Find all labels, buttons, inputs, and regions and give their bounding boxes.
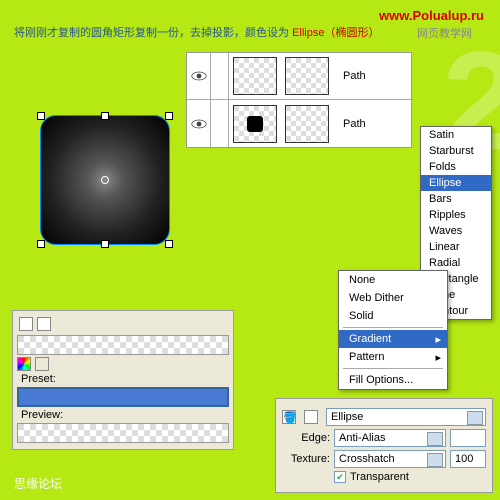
menu-item-webdither[interactable]: Web Dither: [339, 289, 447, 307]
resize-handle[interactable]: [101, 240, 109, 248]
layer-thumb: [233, 57, 277, 95]
styles-panel: Preset: Preview:: [12, 310, 234, 450]
instruction-text: 将刚刚才复制的圆角矩形复制一份，去掉投影，颜色设为 Ellipse（椭圆形）: [14, 24, 379, 40]
center-point[interactable]: [101, 176, 109, 184]
visibility-icon[interactable]: [187, 100, 211, 147]
panel-icon[interactable]: [37, 317, 51, 331]
menu-item-none[interactable]: None: [339, 271, 447, 289]
menu-item-satin[interactable]: Satin: [421, 127, 491, 143]
color-wheel-icon[interactable]: [17, 357, 31, 371]
edge-dropdown[interactable]: Anti-Alias: [334, 429, 446, 447]
panel-icon[interactable]: [19, 317, 33, 331]
menu-item-ripples[interactable]: Ripples: [421, 207, 491, 223]
watermark-url: www.Polualup.ru: [379, 8, 484, 23]
preview-swatch: [17, 423, 229, 443]
menu-item-ellipse[interactable]: Ellipse: [421, 175, 491, 191]
resize-handle[interactable]: [165, 240, 173, 248]
fill-type-dropdown[interactable]: Ellipse: [326, 408, 486, 426]
layer-name: Path: [333, 70, 366, 82]
menu-item-bars[interactable]: Bars: [421, 191, 491, 207]
transparent-checkbox[interactable]: ✔: [334, 471, 346, 483]
resize-handle[interactable]: [37, 112, 45, 120]
forum-credit: 思缘论坛: [14, 475, 62, 492]
resize-handle[interactable]: [37, 240, 45, 248]
menu-item-linear[interactable]: Linear: [421, 239, 491, 255]
menu-item-gradient[interactable]: Gradient: [339, 330, 447, 348]
fill-bucket-icon[interactable]: 🪣: [282, 410, 296, 424]
canvas-shape[interactable]: [40, 115, 170, 245]
visibility-icon[interactable]: [187, 53, 211, 99]
properties-panel: 🪣 Ellipse Edge: Anti-Alias Texture: Cros…: [275, 398, 493, 493]
layer-mask: [285, 105, 329, 143]
watermark-site: 网页教学网: [417, 25, 472, 41]
resize-handle[interactable]: [101, 112, 109, 120]
transparent-label: Transparent: [350, 471, 409, 483]
texture-label: Texture:: [282, 453, 330, 465]
preset-swatch[interactable]: [17, 387, 229, 407]
menu-item-solid[interactable]: Solid: [339, 307, 447, 325]
edge-amount[interactable]: [450, 429, 486, 447]
menu-item-filloptions[interactable]: Fill Options...: [339, 371, 447, 389]
menu-item-waves[interactable]: Waves: [421, 223, 491, 239]
style-slot[interactable]: [17, 335, 229, 355]
menu-item-folds[interactable]: Folds: [421, 159, 491, 175]
fill-menu: None Web Dither Solid Gradient Pattern F…: [338, 270, 448, 390]
layer-mask: [285, 57, 329, 95]
edge-label: Edge:: [282, 432, 330, 444]
menu-item-radial[interactable]: Radial: [421, 255, 491, 271]
swatch-icon[interactable]: [35, 357, 49, 371]
layer-name: Path: [333, 118, 366, 130]
menu-item-starburst[interactable]: Starburst: [421, 143, 491, 159]
layer-row[interactable]: Path: [187, 100, 411, 147]
preset-label: Preset:: [21, 373, 229, 385]
preview-label: Preview:: [21, 409, 229, 421]
texture-amount[interactable]: 100: [450, 450, 486, 468]
layers-panel: Path Path: [186, 52, 412, 148]
layer-row[interactable]: Path: [187, 53, 411, 100]
texture-dropdown[interactable]: Crosshatch: [334, 450, 446, 468]
fill-color-swatch[interactable]: [304, 410, 318, 424]
menu-item-pattern[interactable]: Pattern: [339, 348, 447, 366]
layer-thumb: [233, 105, 277, 143]
resize-handle[interactable]: [165, 112, 173, 120]
